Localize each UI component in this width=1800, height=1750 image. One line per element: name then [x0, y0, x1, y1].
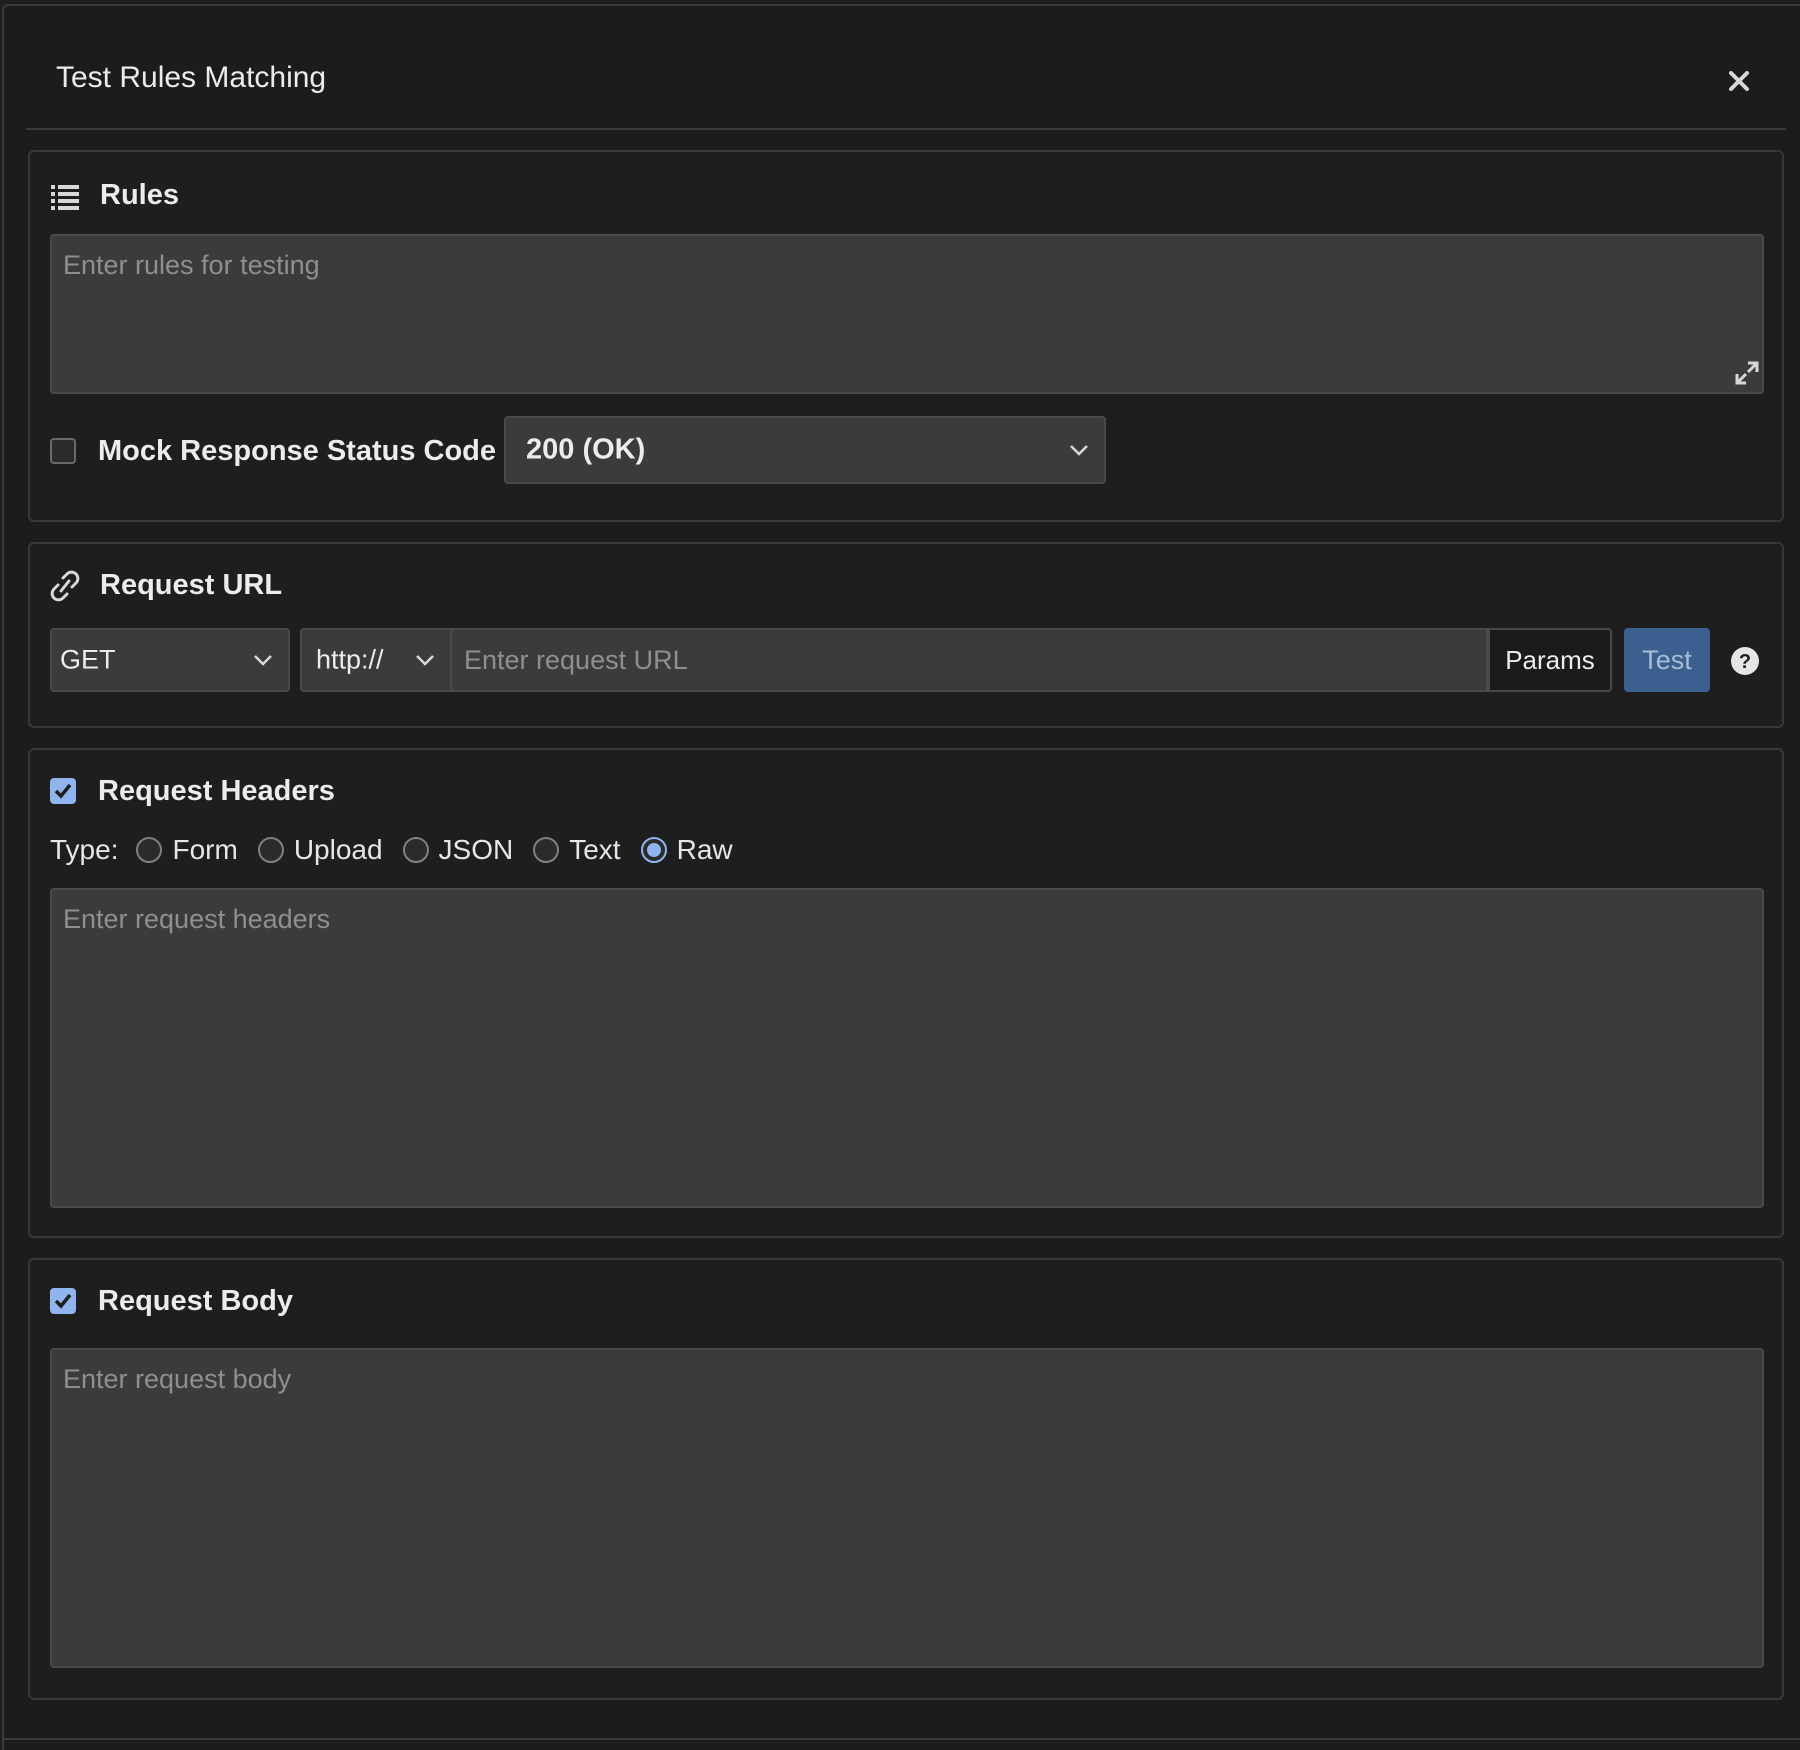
radio-json[interactable]: [402, 837, 429, 863]
chevron-down-icon: [254, 655, 272, 666]
header-type-group: Type: Form Upload JSON Text Raw: [50, 834, 753, 866]
link-icon: [50, 570, 80, 602]
request-body-textarea[interactable]: [50, 1348, 1764, 1668]
status-code-value: 200 (OK): [526, 433, 646, 466]
test-button[interactable]: Test: [1624, 628, 1710, 692]
question-circle-icon[interactable]: ?: [1730, 646, 1760, 676]
close-icon[interactable]: [1722, 64, 1756, 98]
type-option-upload[interactable]: Upload: [257, 834, 383, 866]
protocol-select[interactable]: http://: [300, 628, 452, 692]
request-url-panel: Request URL GET http:// Params Test ?: [28, 542, 1784, 728]
rules-panel: Rules Mock Response Status Code 200 (OK): [28, 150, 1784, 522]
method-select[interactable]: GET: [50, 628, 290, 692]
rules-textarea[interactable]: [50, 234, 1764, 394]
type-option-form[interactable]: Form: [136, 834, 238, 866]
type-option-text[interactable]: Text: [533, 834, 621, 866]
footer-divider: [4, 1738, 1800, 1740]
rules-title: Rules: [100, 179, 179, 211]
request-headers-title: Request Headers: [98, 775, 335, 807]
chevron-down-icon: [416, 655, 434, 666]
radio-upload[interactable]: [257, 837, 284, 863]
checkmark-icon: [54, 783, 72, 799]
type-option-label: Text: [569, 834, 621, 865]
radio-raw[interactable]: [640, 837, 667, 863]
test-rules-dialog: Test Rules Matching Rules Mock Response …: [2, 4, 1800, 1750]
method-value: GET: [60, 644, 116, 675]
request-url-input[interactable]: [452, 628, 1488, 692]
type-option-label: Raw: [676, 834, 733, 865]
svg-text:?: ?: [1739, 651, 1751, 673]
radio-form[interactable]: [136, 837, 163, 863]
request-headers-checkbox[interactable]: [50, 778, 76, 804]
mock-status-checkbox[interactable]: [50, 438, 76, 464]
type-option-label: Form: [172, 834, 238, 865]
checkmark-icon: [54, 1293, 72, 1309]
request-body-panel: Request Body: [28, 1258, 1784, 1700]
type-label: Type:: [50, 834, 119, 865]
type-option-raw[interactable]: Raw: [640, 834, 733, 866]
mock-status-label: Mock Response Status Code: [98, 435, 497, 467]
type-option-label: JSON: [438, 834, 514, 865]
type-option-label: Upload: [293, 834, 383, 865]
request-body-title: Request Body: [98, 1285, 293, 1317]
params-button[interactable]: Params: [1488, 628, 1612, 692]
chevron-down-icon: [1070, 445, 1088, 456]
request-body-checkbox[interactable]: [50, 1288, 76, 1314]
request-headers-panel: Request Headers Type: Form Upload JSON T…: [28, 748, 1784, 1238]
protocol-value: http://: [316, 644, 384, 675]
radio-text[interactable]: [533, 837, 560, 863]
dialog-title: Test Rules Matching: [56, 61, 327, 94]
list-icon: [51, 185, 79, 210]
expand-icon[interactable]: [1734, 360, 1760, 386]
status-code-select[interactable]: 200 (OK): [504, 416, 1106, 484]
dialog-header: Test Rules Matching: [26, 6, 1786, 130]
request-headers-textarea[interactable]: [50, 888, 1764, 1208]
type-option-json[interactable]: JSON: [402, 834, 514, 866]
request-url-title: Request URL: [100, 569, 283, 601]
